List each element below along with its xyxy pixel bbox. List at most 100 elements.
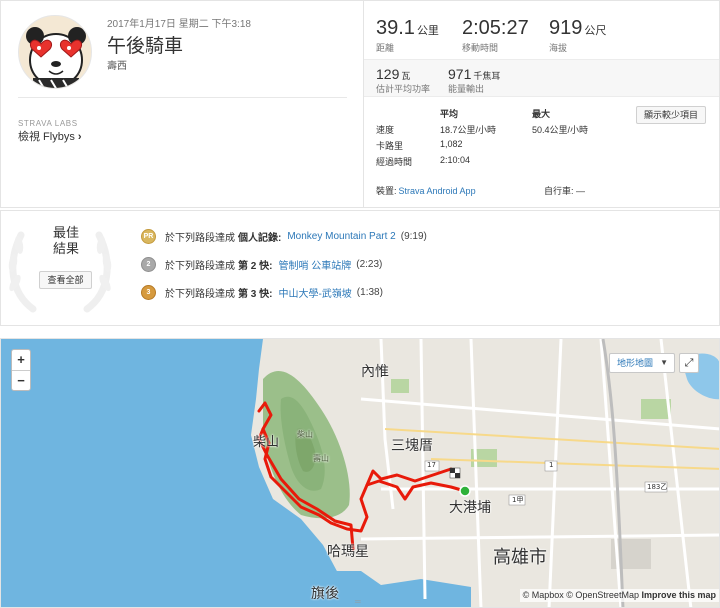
moving-time-value: 2:05:27: [462, 17, 529, 39]
map-label-kaohsiung: 高雄市: [493, 547, 547, 568]
map-label-chaishan: 柴山: [253, 435, 280, 450]
activity-date: 2017年1月17日 星期二 下午3:18: [107, 19, 251, 30]
power-label: 估計平均功率: [376, 84, 431, 94]
map-label-neiwei: 內惟: [361, 364, 389, 380]
osm-attribution-link[interactable]: © OpenStreetMap: [566, 590, 639, 600]
stats-header-avg: 平均: [440, 109, 459, 119]
device-link[interactable]: Strava Android App: [399, 186, 476, 196]
best-results-title-line1: 最佳: [52, 225, 79, 240]
strava-labs-tag: STRAVA LABS: [18, 119, 78, 128]
finish-flag-icon[interactable]: [449, 467, 461, 479]
speed-label: 速度: [376, 125, 395, 135]
activity-header: 2017年1月17日 星期二 下午3:18 午後騎車 壽西 STRAVA LAB…: [1, 1, 363, 207]
segment-link[interactable]: 中山大學-武嶺坡: [278, 285, 351, 300]
athlete-avatar[interactable]: [18, 15, 92, 89]
zoom-control: + −: [11, 349, 31, 391]
elapsed-time-avg: 2:10:04: [440, 155, 471, 165]
segment-link[interactable]: Monkey Mountain Part 2: [287, 231, 395, 242]
silver-medal-icon: 2: [141, 256, 156, 272]
panda-avatar-icon: [19, 16, 91, 88]
achievement-row: 3 於下列路段達成 第 3 快: 中山大學-武嶺坡 (1:38): [141, 283, 383, 301]
best-results-title-line2: 結果: [52, 241, 79, 256]
map-label-hamaxing: 哈瑪星: [327, 544, 369, 560]
fullscreen-button[interactable]: ⤢: [679, 353, 699, 373]
distance-value: 39.1: [376, 17, 415, 39]
map-label-qihou: 旗後: [311, 586, 339, 602]
chevron-right-icon: ›: [77, 131, 82, 143]
fullscreen-icon: ⤢: [684, 357, 694, 369]
calories-avg: 1,082: [440, 139, 463, 149]
road-shield-1a: 1甲: [512, 496, 524, 504]
bike-row: 自行車: —: [544, 184, 585, 197]
device-label: 裝置:: [376, 186, 397, 196]
achievement-rank: 第 2 快:: [238, 260, 273, 272]
best-results-title: 最佳 結果: [31, 225, 101, 257]
stats-header-max: 最大: [532, 109, 551, 119]
start-marker-icon[interactable]: [459, 485, 471, 497]
map-label-shoushan-peak: 壽山: [313, 454, 329, 463]
achievement-row: PR 於下列路段達成 個人記錄: Monkey Mountain Part 2 …: [141, 227, 427, 245]
segment-time: (2:23): [356, 258, 383, 270]
bike-value: —: [576, 186, 586, 196]
activity-stats: 39.1 公里 距離 2:05:27 移動時間 919 公尺 海拔 129 瓦 估計平…: [363, 1, 719, 207]
segment-time: (9:19): [400, 230, 427, 242]
zoom-in-button[interactable]: +: [12, 350, 30, 370]
power-value: 129: [376, 66, 400, 82]
activity-location: 壽西: [107, 61, 127, 72]
header-divider: [18, 97, 347, 98]
map-type-value: 地形地圖: [617, 358, 654, 368]
zoom-out-button[interactable]: −: [12, 370, 30, 390]
stat-distance: 39.1 公里 距離: [376, 17, 439, 54]
power-unit: 瓦: [401, 71, 411, 81]
improve-map-link[interactable]: Improve this map: [641, 590, 716, 600]
bronze-medal-icon: 3: [141, 284, 156, 300]
pr-medal-icon: PR: [141, 228, 156, 244]
bike-label: 自行車:: [544, 186, 574, 196]
achievement-row: 2 於下列路段達成 第 2 快: 管制哨 公車站牌 (2:23): [141, 255, 382, 273]
caret-down-icon: ▼: [660, 358, 668, 367]
map-type-select[interactable]: 地形地圖 ▼: [609, 353, 675, 373]
mapbox-attribution-link[interactable]: © Mapbox: [523, 590, 564, 600]
speed-avg: 18.7公里/小時: [440, 125, 497, 135]
route-map[interactable]: 內惟 柴山 柴山 壽山 三塊厝 大港埔 哈瑪星 高雄市 旗後 17 1甲 183…: [0, 338, 720, 608]
achievement-rank: 第 3 快:: [238, 288, 273, 300]
device-row: 裝置: Strava Android App: [376, 184, 476, 197]
energy-value: 971: [448, 66, 472, 82]
elevation-label: 海拔: [549, 43, 568, 53]
energy-unit: 千焦耳: [473, 71, 501, 81]
distance-label: 距離: [376, 43, 395, 53]
road-shield-17: 17: [427, 461, 436, 469]
achievement-prefix: 於下列路段達成: [165, 232, 235, 244]
elevation-value: 919: [549, 17, 583, 39]
calories-label: 卡路里: [376, 141, 404, 151]
stat-moving-time: 2:05:27 移動時間: [462, 17, 529, 54]
elapsed-time-label: 經過時間: [376, 157, 413, 167]
flybys-label: 檢視 Flybys: [18, 131, 75, 143]
activity-card: 2017年1月17日 星期二 下午3:18 午後騎車 壽西 STRAVA LAB…: [0, 0, 720, 208]
stat-elevation: 919 公尺 海拔: [549, 17, 606, 54]
map-label-chaishan-peak: 柴山: [297, 430, 313, 439]
speed-max: 50.4公里/小時: [532, 125, 589, 135]
see-all-button[interactable]: 查看全部: [39, 271, 92, 289]
distance-unit: 公里: [416, 25, 439, 37]
segment-time: (1:38): [356, 286, 383, 298]
road-shield-1: 1: [549, 461, 554, 469]
segment-link[interactable]: 管制哨 公車站牌: [278, 257, 351, 272]
achievement-rank: 個人記錄:: [238, 232, 282, 244]
moving-time-label: 移動時間: [462, 43, 499, 53]
stat-energy: 971 千焦耳 能量輸出: [448, 66, 500, 95]
road-shield-183: 183乙: [647, 483, 668, 491]
flybys-link[interactable]: 檢視 Flybys ›: [18, 128, 82, 144]
map-attribution: © Mapbox © OpenStreetMap Improve this ma…: [519, 589, 719, 602]
energy-label: 能量輸出: [448, 84, 485, 94]
achievement-prefix: 於下列路段達成: [165, 288, 235, 300]
map-label-dagangpu: 大港埔: [449, 500, 491, 516]
achievement-prefix: 於下列路段達成: [165, 260, 235, 272]
best-results-card: 最佳 結果 查看全部 PR 於下列路段達成 個人記錄: Monkey Mounta…: [0, 210, 720, 326]
map-label-sankuaicuo: 三塊厝: [391, 438, 433, 454]
stat-power: 129 瓦 估計平均功率: [376, 66, 430, 95]
show-fewer-button[interactable]: 顯示較少項目: [636, 106, 706, 124]
map-resize-handle[interactable]: ═: [355, 597, 361, 606]
secondary-stats: 129 瓦 估計平均功率 971 千焦耳 能量輸出: [364, 59, 719, 97]
activity-title[interactable]: 午後騎車: [107, 31, 183, 58]
